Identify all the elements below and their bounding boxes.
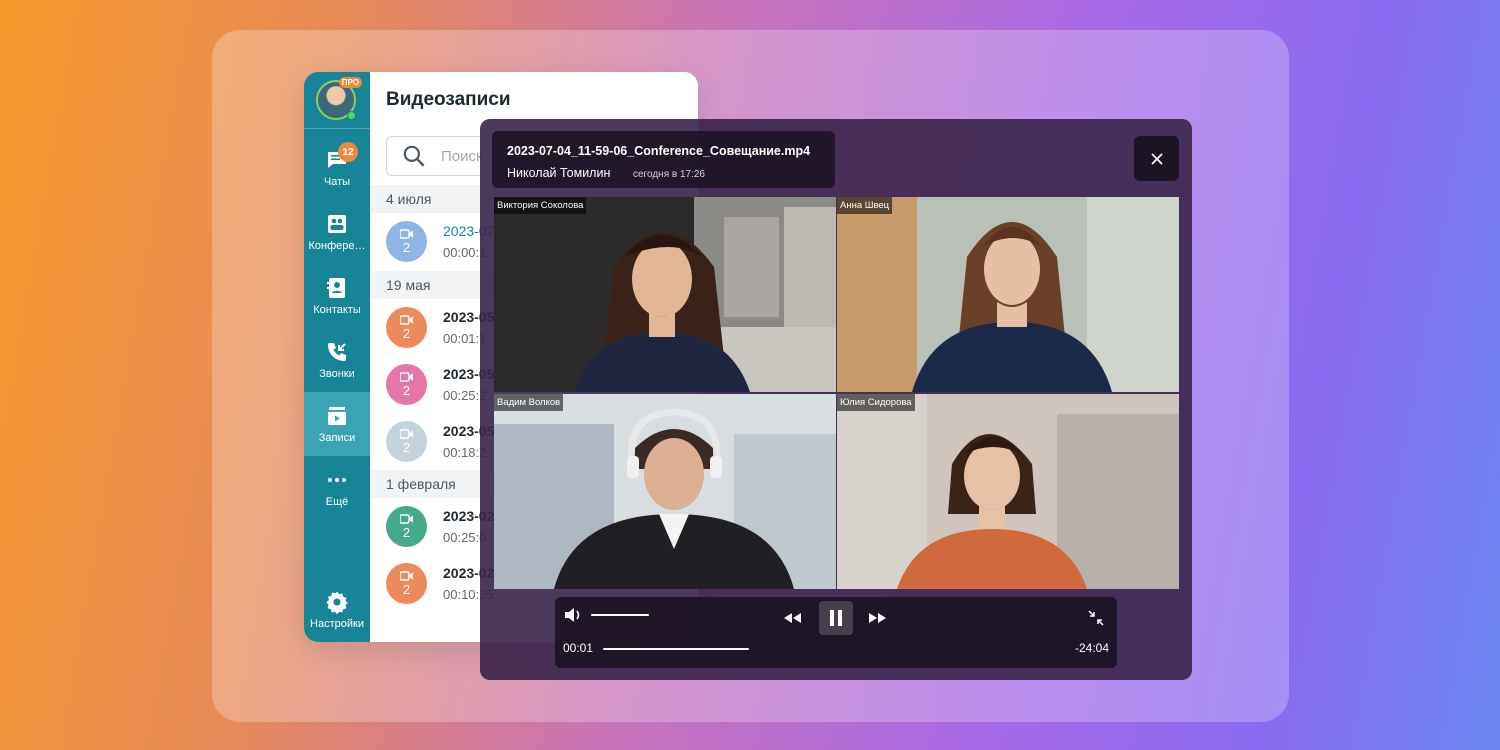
nav-rail: ПРО Чаты 12 Конфере… Контакты Звонки Зап… bbox=[304, 72, 370, 642]
fast-forward-button[interactable] bbox=[867, 609, 889, 627]
participant-video bbox=[837, 394, 1179, 589]
nav-label-conferences: Конфере… bbox=[308, 240, 366, 252]
video-player: 2023-07-04_11-59-06_Conference_Совещание… bbox=[480, 119, 1192, 680]
recording-avatar: 2 bbox=[386, 221, 427, 262]
nav-item-contacts[interactable]: Контакты bbox=[304, 264, 370, 328]
participant-count: 2 bbox=[402, 524, 411, 540]
recording-avatar: 2 bbox=[386, 421, 427, 462]
participant-name: Виктория Соколова bbox=[494, 197, 587, 214]
unread-badge: 12 bbox=[338, 142, 358, 162]
participant-count: 2 bbox=[402, 325, 411, 341]
close-button[interactable] bbox=[1134, 136, 1179, 181]
pro-badge: ПРО bbox=[338, 77, 362, 88]
calls-icon bbox=[328, 343, 346, 361]
nav-label-chats: Чаты bbox=[323, 176, 351, 188]
nav-item-chats[interactable]: Чаты 12 bbox=[304, 136, 370, 200]
nav-label-calls: Звонки bbox=[319, 368, 355, 380]
participant-video bbox=[494, 197, 836, 392]
participant-name: Анна Швец bbox=[837, 197, 893, 214]
video-camera-icon bbox=[400, 371, 413, 382]
fast-forward-icon bbox=[869, 613, 886, 623]
volume-icon bbox=[565, 608, 580, 622]
recording-avatar: 2 bbox=[386, 307, 427, 348]
participant-video bbox=[494, 394, 836, 589]
settings-icon bbox=[326, 591, 348, 614]
nav-item-conferences[interactable]: Конфере… bbox=[304, 200, 370, 264]
participant-video bbox=[837, 197, 1179, 392]
video-camera-icon bbox=[400, 570, 413, 581]
video-camera-icon bbox=[400, 513, 413, 524]
volume-button[interactable] bbox=[563, 605, 583, 625]
nav-label-contacts: Контакты bbox=[313, 304, 361, 316]
video-tile[interactable]: Анна Швец bbox=[837, 197, 1179, 392]
file-author: Николай Томилин bbox=[507, 166, 611, 180]
online-status-dot bbox=[347, 111, 356, 120]
nav-item-more[interactable]: Ещё bbox=[304, 456, 370, 520]
video-camera-icon bbox=[400, 314, 413, 325]
conference-icon bbox=[328, 215, 346, 233]
participant-count: 2 bbox=[402, 439, 411, 455]
file-info-panel: 2023-07-04_11-59-06_Conference_Совещание… bbox=[492, 131, 835, 188]
file-name: 2023-07-04_11-59-06_Conference_Совещание… bbox=[507, 144, 811, 158]
close-icon bbox=[1150, 152, 1163, 165]
recording-avatar: 2 bbox=[386, 563, 427, 604]
nav-label-settings: Настройки bbox=[310, 618, 364, 630]
participant-count: 2 bbox=[402, 382, 411, 398]
more-icon bbox=[328, 478, 346, 482]
nav-item-settings[interactable]: Настройки bbox=[304, 578, 370, 642]
nav-item-recordings[interactable]: Записи bbox=[304, 392, 370, 456]
current-time: 00:01 bbox=[563, 641, 594, 655]
recording-avatar: 2 bbox=[386, 506, 427, 547]
video-camera-icon bbox=[400, 428, 413, 439]
recordings-icon bbox=[328, 407, 346, 425]
pause-icon bbox=[830, 610, 842, 626]
nav-label-recordings: Записи bbox=[318, 432, 356, 444]
progress-bar[interactable] bbox=[603, 648, 749, 650]
participant-name: Юлия Сидорова bbox=[837, 394, 915, 411]
nav-label-more: Ещё bbox=[325, 496, 349, 508]
fullscreen-button[interactable] bbox=[1087, 609, 1105, 627]
remaining-time: -24:04 bbox=[1074, 641, 1109, 655]
video-camera-icon bbox=[400, 228, 413, 239]
participant-count: 2 bbox=[402, 239, 411, 255]
user-avatar[interactable]: ПРО bbox=[316, 77, 362, 122]
rail-divider bbox=[304, 128, 370, 129]
video-tile[interactable]: Юлия Сидорова bbox=[837, 394, 1179, 589]
participant-count: 2 bbox=[402, 581, 411, 597]
page-title: Видеозаписи bbox=[386, 89, 511, 110]
video-grid: Виктория Соколова Анна Швец Вадим Волков… bbox=[494, 197, 1179, 589]
participant-name: Вадим Волков bbox=[494, 394, 564, 411]
file-timestamp: сегодня в 17:26 bbox=[633, 169, 705, 180]
pause-button[interactable] bbox=[819, 601, 853, 635]
volume-slider[interactable] bbox=[591, 614, 649, 616]
rewind-icon bbox=[784, 613, 801, 623]
video-tile[interactable]: Вадим Волков bbox=[494, 394, 836, 589]
player-controls: 00:01 -24:04 bbox=[555, 597, 1117, 668]
search-icon bbox=[403, 145, 425, 167]
rewind-button[interactable] bbox=[781, 609, 803, 627]
recording-avatar: 2 bbox=[386, 364, 427, 405]
exit-fullscreen-icon bbox=[1088, 610, 1104, 626]
video-tile[interactable]: Виктория Соколова bbox=[494, 197, 836, 392]
contacts-icon bbox=[327, 278, 345, 298]
nav-item-calls[interactable]: Звонки bbox=[304, 328, 370, 392]
